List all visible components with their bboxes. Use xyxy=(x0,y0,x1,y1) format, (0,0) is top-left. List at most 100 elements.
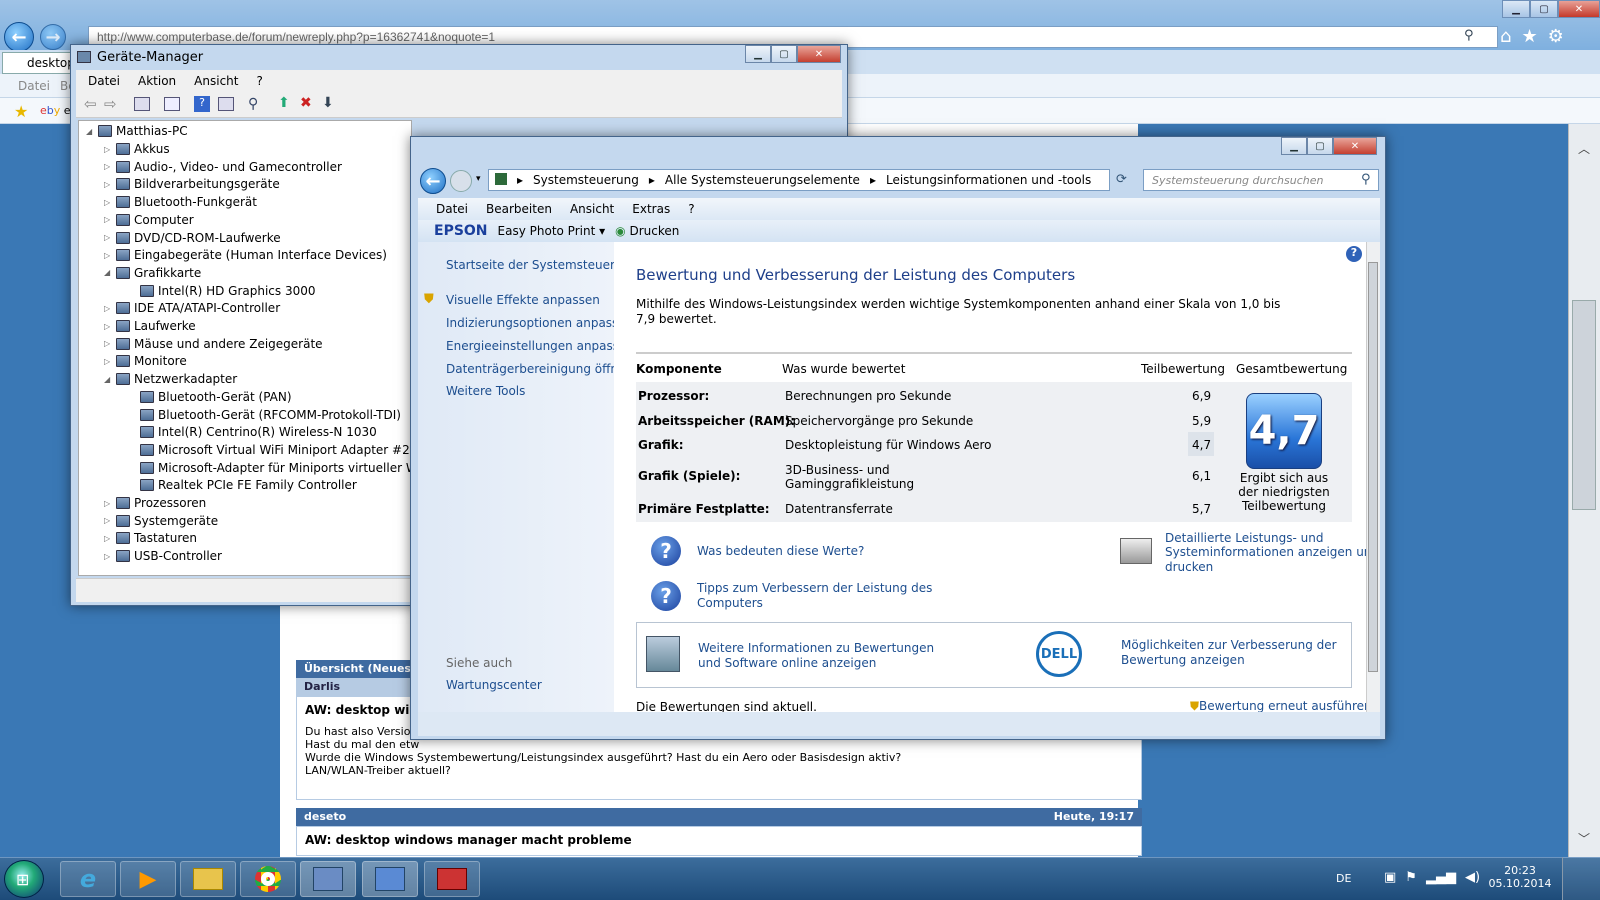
tree-node[interactable]: ▷ Eingabegeräte (Human Interface Devices) xyxy=(104,248,387,262)
tree-node[interactable]: Microsoft Virtual WiFi Miniport Adapter … xyxy=(140,443,410,457)
help-icon[interactable]: ? xyxy=(1346,246,1362,262)
minimize-button[interactable]: ▁ xyxy=(1281,137,1307,155)
task-link[interactable]: Visuelle Effekte anpassen xyxy=(446,293,600,307)
tree-node[interactable]: Bluetooth-Gerät (RFCOMM-Protokoll-TDI) xyxy=(140,408,401,422)
tree-node[interactable]: ▷ Mäuse und andere Zeigegeräte xyxy=(104,337,323,351)
taskbar-toolbox[interactable] xyxy=(424,861,480,897)
tree-node[interactable]: ▷ Tastaturen xyxy=(104,531,197,545)
properties-icon[interactable] xyxy=(134,97,150,111)
list-icon[interactable] xyxy=(164,97,180,111)
tree-node[interactable]: ▷ Laufwerke xyxy=(104,319,196,333)
menu-datei[interactable]: Datei xyxy=(18,79,50,93)
collapse-icon[interactable]: ◢ xyxy=(104,268,112,277)
tree-node[interactable]: Realtek PCIe FE Family Controller xyxy=(140,478,357,492)
control-panel-home-link[interactable]: Startseite der Systemsteuerung xyxy=(446,258,638,272)
forward-button[interactable] xyxy=(450,170,472,192)
expand-icon[interactable]: ▷ xyxy=(104,357,112,366)
recent-pages-icon[interactable]: ▾ xyxy=(476,174,481,184)
expand-icon[interactable]: ▷ xyxy=(104,162,112,171)
menu-help[interactable]: ? xyxy=(256,74,262,88)
task-link[interactable]: Weitere Tools xyxy=(446,384,525,398)
taskbar-control-panel[interactable] xyxy=(362,861,418,897)
online-info-link[interactable]: und Software online anzeigen xyxy=(698,656,876,670)
print-button[interactable]: ◉ Drucken xyxy=(615,224,679,238)
search-icon[interactable]: ⚲ xyxy=(1464,28,1474,43)
forward-button[interactable]: → xyxy=(40,24,66,50)
close-button[interactable]: ✕ xyxy=(797,45,841,63)
breadcrumb-item[interactable]: Alle Systemsteuerungselemente xyxy=(665,173,860,187)
breadcrumb[interactable]: ▸ Systemsteuerung ▸ Alle Systemsteuerung… xyxy=(488,169,1110,191)
menu-help[interactable]: ? xyxy=(688,202,694,216)
scan-icon[interactable]: ⚲ xyxy=(248,96,258,112)
clock[interactable]: 20:23 05.10.2014 xyxy=(1488,864,1552,890)
close-button[interactable]: ✕ xyxy=(1333,137,1377,155)
tree-node[interactable]: ▷ USB-Controller xyxy=(104,549,222,563)
menu-bearbeiten[interactable]: Bearbeiten xyxy=(486,202,552,216)
home-icon[interactable]: ⌂ xyxy=(1500,26,1511,47)
taskbar-explorer[interactable] xyxy=(180,861,236,897)
expand-icon[interactable]: ▷ xyxy=(104,198,112,207)
task-link[interactable]: Datenträgerbereinigung öffnen xyxy=(446,362,633,376)
scrollbar-thumb[interactable] xyxy=(1572,300,1596,510)
show-desktop-button[interactable] xyxy=(1562,857,1600,900)
improve-link[interactable]: Möglichkeiten zur Verbesserung der xyxy=(1121,638,1337,652)
help-icon[interactable]: ? xyxy=(194,96,210,112)
menu-ansicht[interactable]: Ansicht xyxy=(194,74,238,88)
language-indicator[interactable]: DE xyxy=(1336,872,1351,885)
back-button[interactable]: ← xyxy=(420,168,446,194)
enable-icon[interactable]: ⬇ xyxy=(322,95,334,111)
scrollbar-thumb[interactable] xyxy=(1368,262,1378,672)
expand-icon[interactable]: ▷ xyxy=(104,322,112,331)
collapse-icon[interactable]: ◢ xyxy=(104,375,112,384)
detail-link[interactable]: drucken xyxy=(1165,560,1213,574)
maximize-button[interactable]: ▢ xyxy=(1530,0,1558,18)
post-author[interactable]: deseto xyxy=(304,810,346,824)
post-author[interactable]: Darlis xyxy=(304,680,340,693)
minimize-button[interactable]: ▁ xyxy=(1502,0,1530,18)
gear-icon[interactable]: ⚙ xyxy=(1548,26,1564,47)
tree-node[interactable]: ▷ Systemgeräte xyxy=(104,514,218,528)
maintenance-center-link[interactable]: Wartungscenter xyxy=(446,678,542,692)
tree-node[interactable]: ▷ Bildverarbeitungsgeräte xyxy=(104,177,280,191)
tree-node[interactable]: ◢ Grafikkarte xyxy=(104,266,201,280)
minimize-button[interactable]: ▁ xyxy=(745,45,771,63)
scroll-up-icon[interactable]: ︿ xyxy=(1578,140,1590,157)
browser-tab[interactable]: desktop xyxy=(2,52,75,74)
tree-node[interactable]: ▷ Bluetooth-Funkgerät xyxy=(104,195,257,209)
forward-icon[interactable]: ⇨ xyxy=(104,95,117,113)
update-driver-icon[interactable]: ⬆ xyxy=(278,95,290,111)
taskbar-chrome[interactable] xyxy=(240,861,296,897)
tree-node[interactable]: ◢ Netzwerkadapter xyxy=(104,372,237,386)
view-icon[interactable] xyxy=(218,97,234,111)
menu-datei[interactable]: Datei xyxy=(436,202,468,216)
expand-icon[interactable]: ▷ xyxy=(104,516,112,525)
expand-icon[interactable]: ▷ xyxy=(104,215,112,224)
tree-node[interactable]: Microsoft-Adapter für Miniports virtuell… xyxy=(140,461,436,475)
expand-icon[interactable]: ▷ xyxy=(104,304,112,313)
signal-icon[interactable]: ▂▄▆ xyxy=(1426,870,1456,885)
expand-icon[interactable]: ▷ xyxy=(104,339,112,348)
device-icon[interactable]: ▣ xyxy=(1384,870,1396,885)
expand-icon[interactable]: ▷ xyxy=(104,233,112,242)
star-icon[interactable]: ★ xyxy=(1521,26,1537,47)
expand-icon[interactable]: ▷ xyxy=(104,145,112,154)
breadcrumb-item[interactable]: Leistungsinformationen und -tools xyxy=(886,173,1091,187)
refresh-icon[interactable]: ⟳ xyxy=(1116,172,1127,187)
tree-node[interactable]: ▷ Prozessoren xyxy=(104,496,206,510)
menu-datei[interactable]: Datei xyxy=(88,74,120,88)
maximize-button[interactable]: ▢ xyxy=(771,45,797,63)
search-icon[interactable]: ⚲ xyxy=(1361,172,1371,187)
tree-node[interactable]: Intel(R) HD Graphics 3000 xyxy=(140,284,316,298)
tree-node[interactable]: ▷ Monitore xyxy=(104,354,187,368)
menu-aktion[interactable]: Aktion xyxy=(138,74,176,88)
maximize-button[interactable]: ▢ xyxy=(1307,137,1333,155)
tree-node[interactable]: ▷ DVD/CD-ROM-Laufwerke xyxy=(104,231,281,245)
flag-icon[interactable]: ⚑ xyxy=(1405,870,1417,885)
tree-node[interactable]: ▷ IDE ATA/ATAPI-Controller xyxy=(104,301,280,315)
favorites-star-icon[interactable]: ★ xyxy=(14,102,28,121)
easy-photo-print-button[interactable]: Easy Photo Print ▾ xyxy=(498,224,606,238)
back-icon[interactable]: ⇦ xyxy=(84,95,97,113)
meaning-link[interactable]: Was bedeuten diese Werte? xyxy=(697,544,864,558)
tree-root[interactable]: ◢ Matthias-PC xyxy=(86,124,188,138)
expand-icon[interactable]: ▷ xyxy=(104,499,112,508)
